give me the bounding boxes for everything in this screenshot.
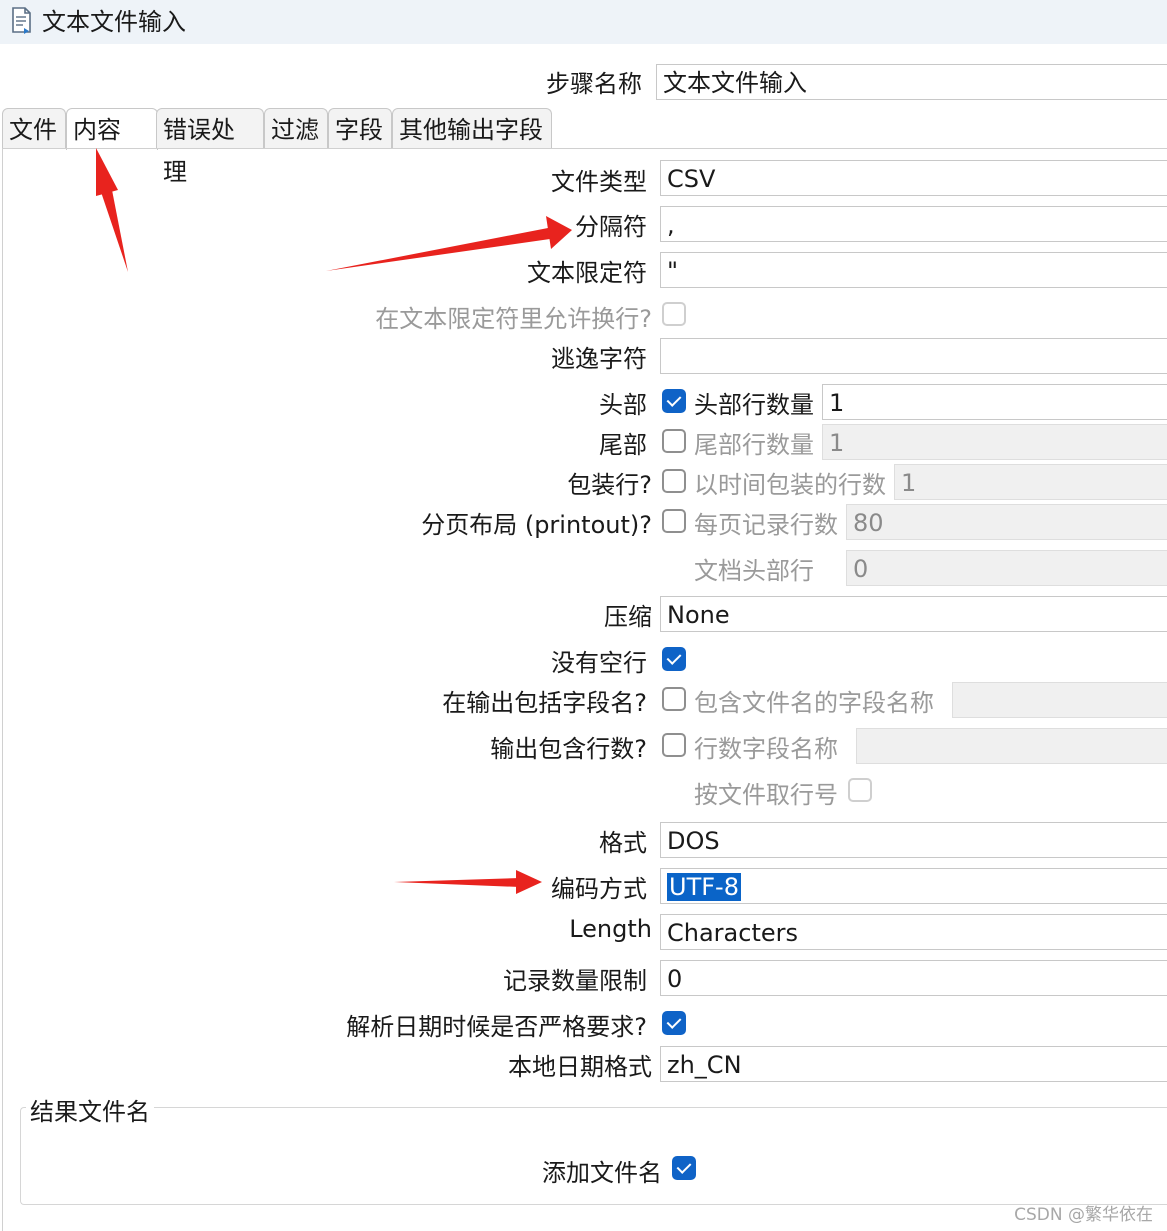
header-rows-label: 头部行数量	[694, 391, 814, 419]
doc-header-rows-input[interactable]: 0	[846, 550, 1167, 586]
rownum-field-label: 行数字段名称	[694, 735, 838, 763]
window-title: 文本文件输入	[42, 8, 186, 36]
separator-label: 分隔符	[575, 213, 647, 241]
no-empty-rows-checkbox[interactable]	[662, 647, 686, 671]
file-type-label: 文件类型	[551, 168, 647, 196]
include-rownum-label: 输出包含行数?	[490, 735, 647, 763]
no-empty-rows-label: 没有空行	[551, 649, 647, 677]
step-name-label: 步骤名称	[546, 70, 642, 98]
result-filename-group-title: 结果文件名	[26, 1092, 154, 1127]
file-type-select[interactable]: CSV	[660, 160, 1167, 196]
filename-field-label: 包含文件名的字段名称	[694, 689, 934, 717]
wrap-checkbox[interactable]	[662, 469, 686, 493]
layout-paged-label: 分页布局 (printout)?	[421, 511, 652, 539]
header-checkbox[interactable]	[662, 389, 686, 413]
footer-label: 尾部	[599, 431, 647, 459]
enclosure-label: 文本限定符	[527, 259, 647, 287]
rownum-by-file-label: 按文件取行号	[694, 781, 838, 809]
escape-label: 逃逸字符	[551, 345, 647, 373]
header-label: 头部	[599, 391, 647, 419]
layout-paged-checkbox[interactable]	[662, 509, 686, 533]
strict-dates-checkbox[interactable]	[662, 1011, 686, 1035]
limit-input[interactable]: 0	[660, 960, 1167, 996]
compression-select[interactable]: None	[660, 596, 1167, 632]
tab-fields[interactable]: 字段	[328, 108, 392, 148]
length-label: Length	[569, 915, 652, 943]
rownum-by-file-checkbox[interactable]	[848, 778, 872, 802]
footer-rows-input[interactable]: 1	[822, 424, 1167, 460]
compression-label: 压缩	[604, 603, 652, 631]
separator-input[interactable]: ,	[660, 206, 1167, 242]
footer-checkbox[interactable]	[662, 429, 686, 453]
wrap-rows-label: 以时间包装的行数	[694, 471, 886, 499]
allow-breaks-label: 在文本限定符里允许换行?	[375, 305, 652, 333]
tab-strip: 文件 内容 错误处理 过滤 字段 其他输出字段	[0, 108, 1167, 186]
header-rows-input[interactable]: 1	[822, 384, 1167, 420]
tab-content[interactable]: 内容	[66, 108, 158, 150]
rows-per-page-label: 每页记录行数	[694, 511, 838, 539]
wrap-label: 包装行?	[567, 471, 652, 499]
doc-header-rows-label: 文档头部行	[694, 557, 814, 585]
format-select[interactable]: DOS	[660, 822, 1167, 858]
rows-per-page-input[interactable]: 80	[846, 504, 1167, 540]
locale-select[interactable]: zh_CN	[660, 1046, 1167, 1082]
limit-label: 记录数量限制	[503, 967, 647, 995]
watermark: CSDN @繁华依在	[1014, 1205, 1153, 1225]
add-filename-label: 添加文件名	[542, 1159, 662, 1187]
filename-field-input[interactable]	[952, 682, 1167, 718]
tab-error-handling[interactable]: 错误处理	[156, 108, 264, 186]
wrap-rows-input[interactable]: 1	[894, 464, 1167, 500]
format-label: 格式	[599, 829, 647, 857]
tab-filters[interactable]: 过滤	[264, 108, 328, 148]
enclosure-input[interactable]: "	[660, 252, 1167, 288]
rownum-field-input[interactable]	[856, 728, 1167, 764]
include-filename-label: 在输出包括字段名?	[442, 689, 647, 717]
allow-breaks-checkbox[interactable]	[662, 302, 686, 326]
include-rownum-checkbox[interactable]	[662, 733, 686, 757]
encoding-select[interactable]: UTF-8	[660, 868, 1167, 904]
encoding-value: UTF-8	[667, 873, 741, 901]
strict-dates-label: 解析日期时候是否严格要求?	[346, 1013, 647, 1041]
locale-label: 本地日期格式	[508, 1053, 652, 1081]
tab-other-output-fields[interactable]: 其他输出字段	[392, 108, 552, 148]
escape-input[interactable]	[660, 338, 1167, 374]
tab-file[interactable]: 文件	[2, 108, 66, 148]
window-title-bar: 文本文件输入	[0, 0, 1167, 44]
text-file-icon	[10, 6, 34, 38]
step-name-input[interactable]: 文本文件输入	[656, 64, 1167, 100]
add-filename-checkbox[interactable]	[672, 1156, 696, 1180]
length-select[interactable]: Characters	[660, 914, 1167, 950]
footer-rows-label: 尾部行数量	[694, 431, 814, 459]
include-filename-checkbox[interactable]	[662, 687, 686, 711]
encoding-label: 编码方式	[551, 875, 647, 903]
